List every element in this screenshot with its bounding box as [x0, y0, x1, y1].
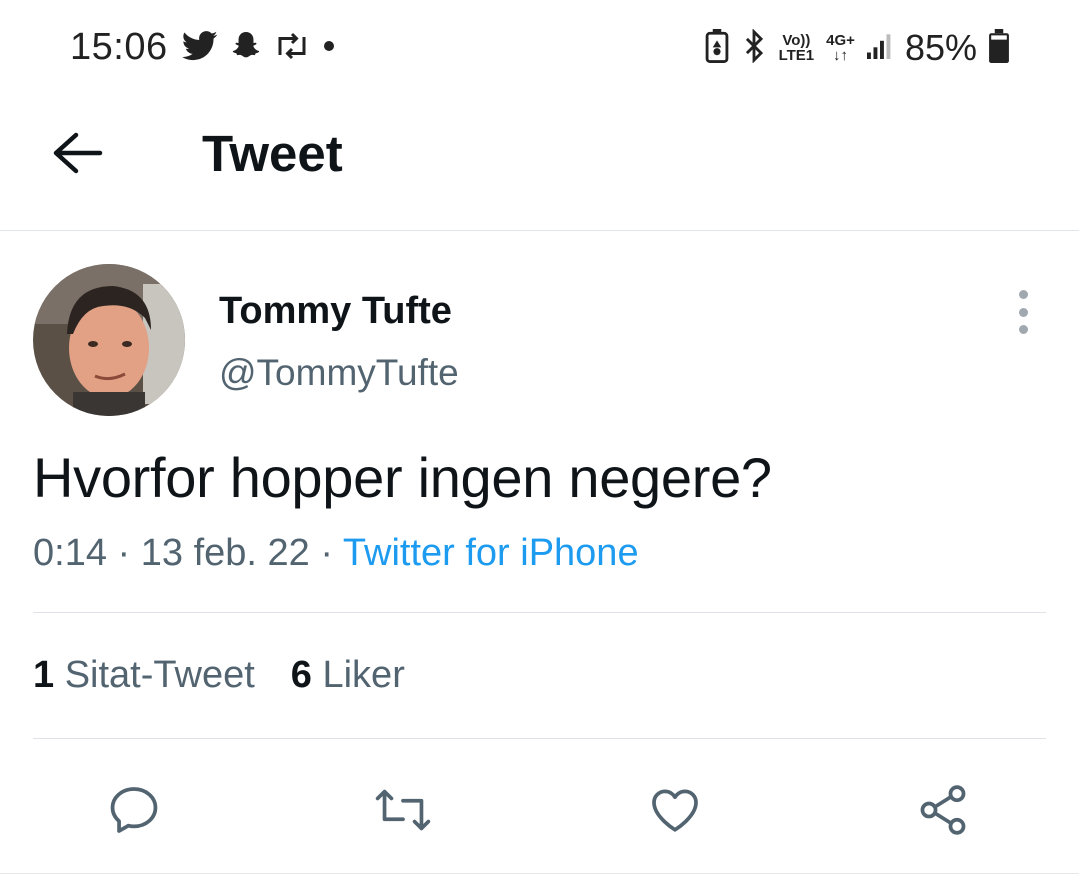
meta-separator: · [320, 532, 334, 574]
author-display-name[interactable]: Tommy Tufte [219, 290, 452, 333]
arrow-left-icon [53, 132, 103, 174]
quote-label: Sitat-Tweet [64, 654, 255, 696]
battery-percent: 85% [904, 27, 977, 68]
retweet-button[interactable] [368, 775, 438, 845]
page-title: Tweet [202, 125, 343, 182]
retweet-status-icon [274, 31, 310, 66]
tweet-date: 13 feb. 22 [140, 532, 310, 574]
tweet-stats: 1 Sitat-Tweet 6 Liker [33, 654, 405, 697]
quote-count: 1 [33, 654, 55, 696]
network-type: Vo)) LTE1 [778, 32, 815, 64]
snapchat-icon [230, 30, 262, 67]
data-indicator: 4G+ ↓↑ [826, 32, 855, 64]
avatar[interactable] [33, 264, 185, 416]
status-time: 15:06 [70, 26, 168, 68]
more-dot-icon [1018, 307, 1028, 317]
meta-separator: · [117, 532, 131, 574]
share-button[interactable] [908, 775, 978, 845]
header [0, 95, 1079, 231]
status-icons-right: Vo)) LTE1 4G+ ↓↑ 85% [705, 27, 1009, 68]
signal-icon [866, 33, 893, 64]
battery-icon [989, 28, 1009, 68]
quote-tweets-stat[interactable]: 1 Sitat-Tweet [33, 654, 255, 697]
tweet-time: 0:14 [33, 532, 107, 574]
like-icon [652, 789, 698, 832]
likes-stat[interactable]: 6 Liker [291, 654, 405, 697]
tweet-source-link[interactable]: Twitter for iPhone [343, 532, 639, 574]
bluetooth-icon [741, 27, 767, 68]
tweet-text: Hvorfor hopper ingen negere? [33, 446, 772, 509]
reply-button[interactable] [99, 775, 169, 845]
dot-icon [322, 39, 336, 58]
twitter-icon [181, 30, 218, 66]
reply-icon [110, 787, 158, 833]
like-button[interactable] [640, 775, 710, 845]
back-button[interactable] [46, 126, 110, 180]
tweet-meta: 0:14 · 13 feb. 22 · Twitter for iPhone [33, 532, 639, 575]
more-dot-icon [1018, 325, 1028, 334]
battery-saver-icon [705, 28, 729, 68]
status-icons-left [181, 28, 336, 68]
like-label: Liker [322, 654, 405, 696]
divider [33, 612, 1046, 613]
more-options-button[interactable] [1006, 290, 1040, 334]
divider [0, 873, 1079, 874]
retweet-icon [375, 789, 431, 831]
share-icon [920, 785, 966, 835]
like-count: 6 [290, 654, 312, 696]
divider [33, 738, 1046, 739]
author-handle[interactable]: @TommyTufte [219, 352, 459, 394]
more-dot-icon [1018, 290, 1028, 299]
